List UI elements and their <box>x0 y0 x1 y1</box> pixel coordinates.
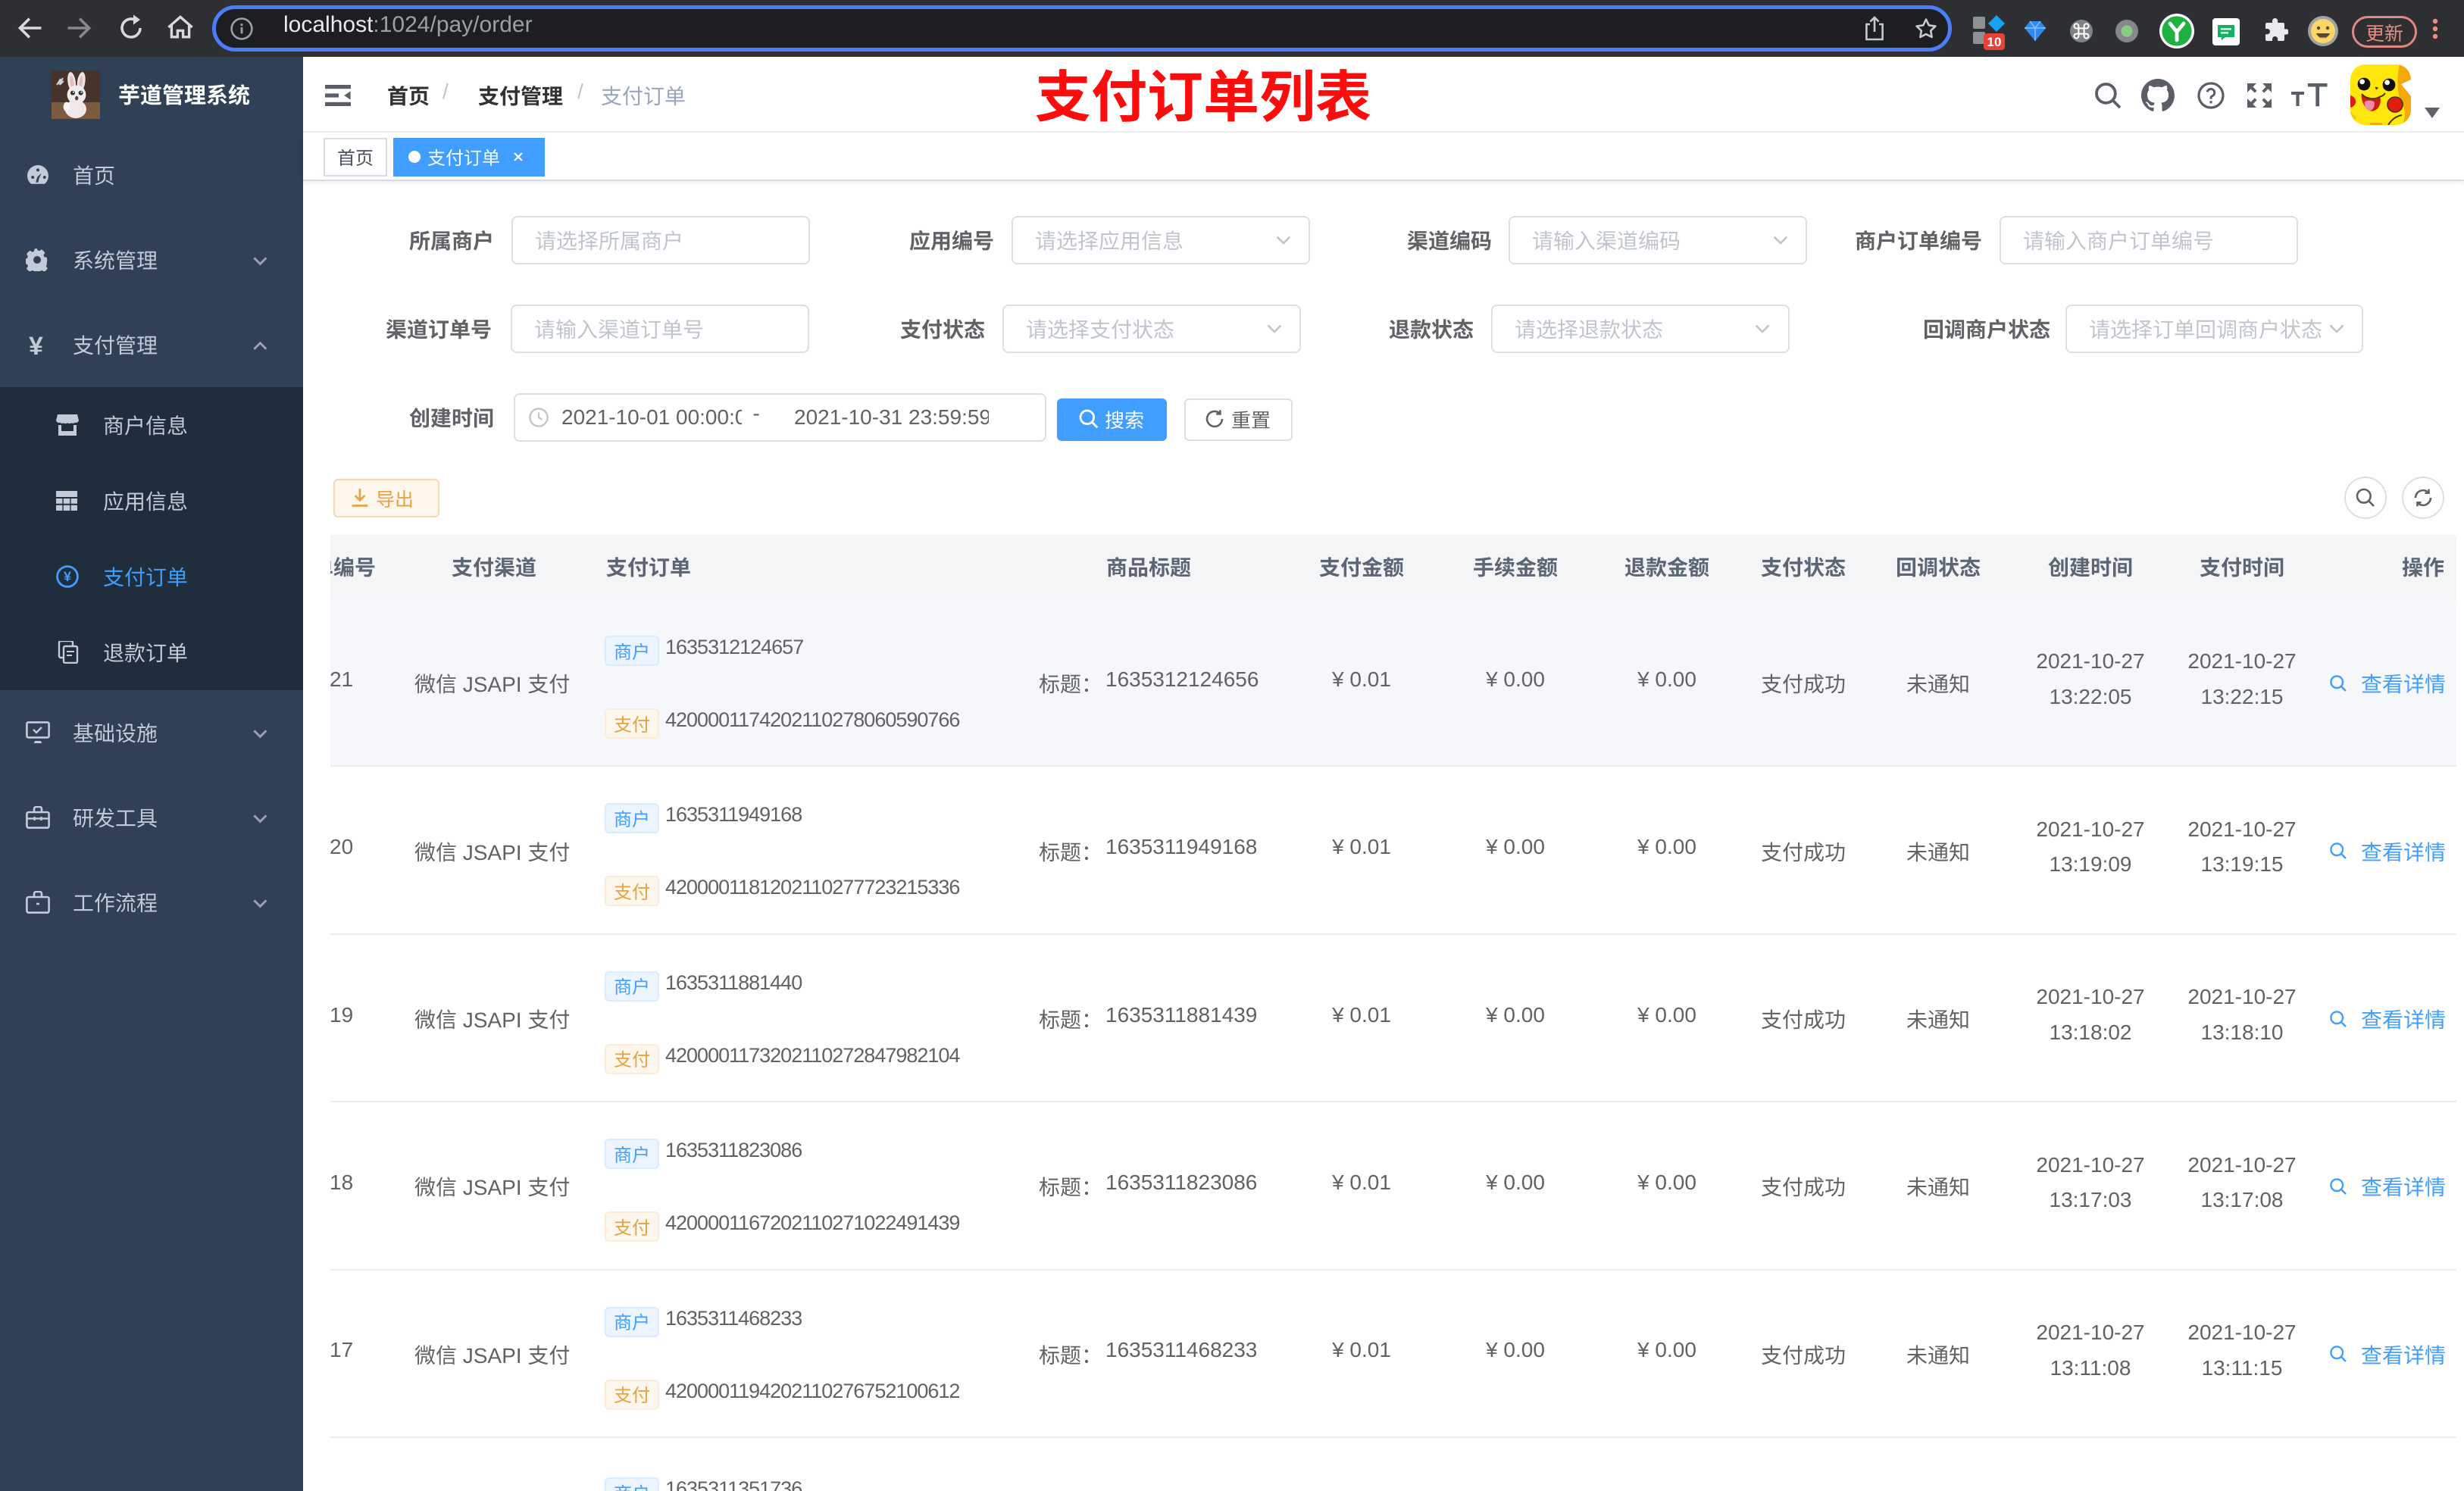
svg-text:10: 10 <box>1987 35 2002 49</box>
